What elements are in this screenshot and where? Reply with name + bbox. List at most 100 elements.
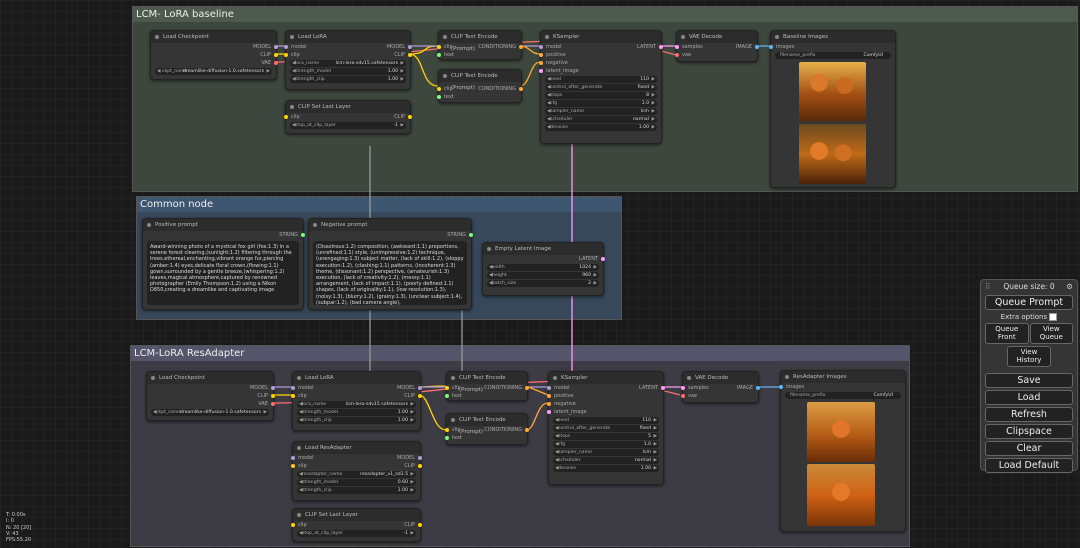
control-after-generate-widget[interactable]: ◀ control_after_generate fixed ▶ (545, 84, 657, 91)
output-latent-socket[interactable] (659, 45, 663, 49)
drag-handle-icon[interactable]: ⠿ (985, 280, 991, 293)
output-clip-socket[interactable] (408, 53, 412, 57)
baseline-images-node[interactable]: Baseline Images images filename_prefix Co… (769, 30, 896, 188)
cfg-widget[interactable]: ◀ cfg 1.0 ▶ (545, 100, 657, 107)
input-samples-socket[interactable] (681, 386, 685, 390)
denoise-widget[interactable]: ◀ denoise 1.00 ▶ (553, 465, 659, 472)
positive-prompt-textarea[interactable]: Award-winning photo of a mystical fox gi… (147, 241, 299, 305)
ckpt-name-widget[interactable]: ◀ ckpt_name dreamlike-diffusion-1.0.safet… (155, 68, 272, 75)
empty-latent-image-node[interactable]: Empty Latent Image LATENT ◀ width 1024 ▶ ◀ h… (482, 242, 605, 296)
strength-clip-widget[interactable]: ◀ strength_clip 1.00 ▶ (297, 487, 416, 494)
input-negative-socket[interactable] (547, 402, 551, 406)
output-latent-socket[interactable] (661, 386, 665, 390)
clip-set-last-layer-node[interactable]: CLIP Set Last Layer clip CLIP ◀ stop_at_cl… (284, 100, 412, 134)
clip-text-encode-positive-node-2[interactable]: CLIP Text Encode (Prompt) clip CONDITIONI… (445, 371, 529, 401)
output-clip-socket[interactable] (271, 394, 275, 398)
input-samples-socket[interactable] (675, 45, 679, 49)
load-checkpoint-node[interactable]: Load Checkpoint MODEL CLIP VAE ◀ ckpt_nam… (150, 30, 278, 80)
resadapter-name-widget[interactable]: ◀ resadapter_name resadapter_v1_sd1.5 ▶ (297, 471, 416, 478)
input-model-socket[interactable] (291, 386, 295, 390)
chevron-right-icon[interactable]: ▶ (400, 60, 404, 67)
batch-size-widget[interactable]: ◀ batch_size 2 ▶ (487, 280, 599, 287)
save-button[interactable]: Save (985, 373, 1073, 388)
baseline-image-2[interactable] (799, 124, 866, 184)
output-conditioning-socket[interactable] (525, 428, 529, 432)
lora-name-widget[interactable]: ◀ lora_name lcm-lora-sdv15.safetensors ▶ (297, 401, 416, 408)
input-model-socket[interactable] (291, 456, 295, 460)
control-after-generate-widget[interactable]: ◀ control_after_generate fixed ▶ (553, 425, 659, 432)
load-button[interactable]: Load (985, 390, 1073, 405)
queue-front-button[interactable]: Queue Front (985, 323, 1029, 344)
ckpt-name-widget[interactable]: ◀ ckpt_name dreamlike-diffusion-1.0.safet… (151, 409, 269, 416)
seed-widget[interactable]: ◀ seed 110 ▶ (545, 76, 657, 83)
clip-text-encode-negative-node[interactable]: CLIP Text Encode (Prompt) clip CONDITIONI… (437, 69, 523, 103)
load-lora-node[interactable]: Load LoRA model MODEL clip CLIP ◀ lora_name… (284, 30, 412, 90)
positive-prompt-node[interactable]: Positive prompt STRING Award-winning pho… (142, 218, 305, 310)
output-clip-socket[interactable] (418, 394, 422, 398)
clip-set-last-layer-node-2[interactable]: CLIP Set Last Layer clip CLIP ◀ stop_at_cl… (291, 508, 422, 542)
sampler-name-widget[interactable]: ◀ sampler_name lcm ▶ (545, 108, 657, 115)
filename-prefix-widget[interactable]: filename_prefix ComfyUI (775, 52, 891, 59)
output-clip-socket[interactable] (408, 115, 412, 119)
input-model-socket[interactable] (284, 45, 288, 49)
input-positive-socket[interactable] (539, 53, 543, 57)
load-lora-node-2[interactable]: Load LoRA model MODEL clip CLIP ◀ lora_name… (291, 371, 422, 431)
clipspace-button[interactable]: Clipspace (985, 424, 1073, 439)
lora-name-widget[interactable]: ◀ lora_name lcm-lora-sdv15.safetensors ▶ (290, 60, 406, 67)
strength-model-widget[interactable]: ◀ strength_model 1.00 ▶ (290, 68, 406, 75)
input-vae-socket[interactable] (675, 53, 679, 57)
output-clip-socket[interactable] (274, 53, 278, 57)
chevron-left-icon[interactable]: ◀ (292, 122, 296, 129)
resadapter-image-2[interactable] (807, 464, 875, 526)
sampler-name-widget[interactable]: ◀ sampler_name lcm ▶ (553, 449, 659, 456)
filename-prefix-widget[interactable]: filename_prefix ComfyUI (785, 392, 901, 399)
load-default-button[interactable]: Load Default (985, 458, 1073, 473)
scheduler-widget[interactable]: ◀ scheduler normal ▶ (545, 116, 657, 123)
steps-widget[interactable]: ◀ steps 8 ▶ (545, 92, 657, 99)
strength-clip-widget[interactable]: ◀ strength_clip 1.00 ▶ (290, 76, 406, 83)
output-conditioning-socket[interactable] (519, 45, 523, 49)
input-clip-socket[interactable] (291, 394, 295, 398)
output-vae-socket[interactable] (271, 402, 275, 406)
input-text-socket[interactable] (445, 436, 449, 440)
chevron-left-icon[interactable]: ◀ (292, 68, 296, 75)
output-image-socket[interactable] (756, 386, 760, 390)
input-latent-socket[interactable] (547, 410, 551, 414)
output-latent-socket[interactable] (601, 257, 605, 261)
input-vae-socket[interactable] (681, 394, 685, 398)
ksampler-node-2[interactable]: KSampler model LATENT positive negative l… (547, 371, 665, 485)
refresh-button[interactable]: Refresh (985, 407, 1073, 422)
output-model-socket[interactable] (271, 386, 275, 390)
scheduler-widget[interactable]: ◀ scheduler normal ▶ (553, 457, 659, 464)
clear-button[interactable]: Clear (985, 441, 1073, 456)
input-model-socket[interactable] (539, 45, 543, 49)
input-clip-socket[interactable] (437, 87, 441, 91)
input-images-socket[interactable] (769, 45, 773, 49)
stop-at-clip-layer-widget[interactable]: ◀ stop_at_clip_layer -1 ▶ (290, 122, 406, 129)
output-string-socket[interactable] (301, 233, 305, 237)
chevron-left-icon[interactable]: ◀ (157, 68, 161, 75)
input-clip-socket[interactable] (291, 523, 295, 527)
input-clip-socket[interactable] (445, 428, 449, 432)
vae-decode-node[interactable]: VAE Decode samples IMAGE vae (675, 30, 759, 62)
width-widget[interactable]: ◀ width 1024 ▶ (487, 264, 599, 271)
input-model-socket[interactable] (547, 386, 551, 390)
input-clip-socket[interactable] (437, 45, 441, 49)
output-model-socket[interactable] (418, 456, 422, 460)
output-model-socket[interactable] (274, 45, 278, 49)
chevron-right-icon[interactable]: ▶ (400, 68, 404, 75)
extra-options-checkbox[interactable] (1049, 313, 1058, 321)
output-model-socket[interactable] (408, 45, 412, 49)
chevron-right-icon[interactable]: ▶ (266, 68, 270, 75)
view-queue-button[interactable]: View Queue (1029, 323, 1073, 344)
strength-model-widget[interactable]: ◀ strength_model 0.60 ▶ (297, 479, 416, 486)
stop-at-clip-layer-widget[interactable]: ◀ stop_at_clip_layer -1 ▶ (297, 530, 416, 537)
resadapter-image-1[interactable] (807, 402, 875, 462)
ksampler-node[interactable]: KSampler model LATENT positive negative l… (539, 30, 663, 144)
output-conditioning-socket[interactable] (519, 87, 523, 91)
output-image-socket[interactable] (755, 45, 759, 49)
chevron-right-icon[interactable]: ▶ (400, 76, 404, 83)
input-text-socket[interactable] (437, 53, 441, 57)
output-vae-socket[interactable] (274, 61, 278, 65)
input-latent-socket[interactable] (539, 69, 543, 73)
